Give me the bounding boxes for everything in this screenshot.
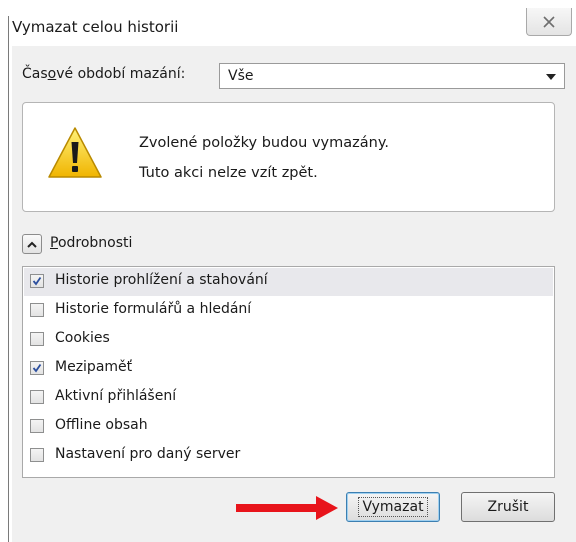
list-item-label: Nastavení pro daný server (55, 446, 241, 462)
checkbox[interactable] (30, 274, 44, 288)
list-item[interactable]: Offline obsah (24, 413, 553, 441)
details-toggle-button[interactable] (22, 234, 42, 254)
list-item[interactable]: Cookies (24, 326, 553, 354)
clear-now-button[interactable]: Vymazat (346, 492, 440, 522)
dropdown-arrow-icon (546, 74, 556, 80)
title-bar: Vymazat celou historii (12, 2, 576, 46)
time-range-label: Časové období mazání: (22, 66, 186, 82)
list-item-label: Historie formulářů a hledání (55, 301, 252, 317)
checkbox[interactable] (30, 303, 44, 317)
list-item[interactable]: Aktivní přihlášení (24, 384, 553, 412)
checkbox[interactable] (30, 448, 44, 462)
checkbox[interactable] (30, 332, 44, 346)
list-item[interactable]: Mezipaměť (24, 355, 553, 383)
checkbox[interactable] (30, 419, 44, 433)
time-range-row: Časové období mazání: Vše (22, 63, 565, 89)
details-label[interactable]: Podrobnosti (50, 235, 132, 251)
checkbox[interactable] (30, 361, 44, 375)
chevron-up-icon (27, 241, 37, 248)
window-edge (8, 16, 9, 542)
list-item-label: Cookies (55, 330, 110, 346)
list-item-label: Aktivní přihlášení (55, 388, 177, 404)
list-item-label: Offline obsah (55, 417, 148, 433)
warning-text-secondary: Tuto akci nelze vzít zpět. (139, 165, 318, 181)
time-range-value: Vše (228, 68, 254, 84)
annotation-arrow-icon (236, 496, 338, 520)
time-range-select[interactable]: Vše (219, 63, 565, 89)
cancel-button[interactable]: Zrušit (461, 492, 555, 522)
close-button[interactable] (526, 8, 572, 36)
history-items-list: Historie prohlížení a stahování Historie… (22, 266, 555, 478)
checkmark-icon (32, 363, 42, 373)
list-item[interactable]: Nastavení pro daný server (24, 442, 553, 470)
close-icon (543, 15, 555, 28)
dialog-title: Vymazat celou historii (12, 18, 179, 36)
checkbox[interactable] (30, 390, 44, 404)
warning-panel: Zvolené položky budou vymazány. Tuto akc… (22, 102, 555, 212)
list-item[interactable]: Historie prohlížení a stahování (24, 268, 553, 296)
list-item-label: Mezipaměť (55, 359, 133, 375)
checkmark-icon (32, 276, 42, 286)
warning-text-primary: Zvolené položky budou vymazány. (139, 135, 389, 151)
list-item[interactable]: Historie formulářů a hledání (24, 297, 553, 325)
warning-icon (48, 127, 102, 178)
list-item-label: Historie prohlížení a stahování (55, 272, 268, 288)
